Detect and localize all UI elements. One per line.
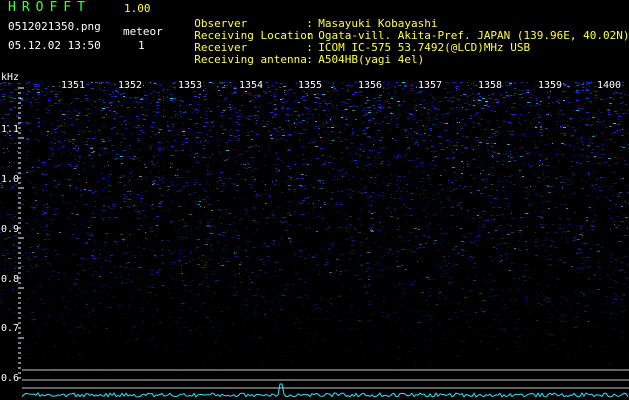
spectrogram [0, 82, 629, 400]
freq-label: 0.8 [1, 274, 20, 285]
intensity-fade [0, 82, 629, 400]
info-value: A504HB(yagi 4el) [318, 53, 425, 66]
app-title: HROFFT [8, 0, 91, 15]
freq-unit-label: kHz [1, 72, 20, 83]
freq-label: 0.6 [1, 373, 20, 384]
meteor-label: meteor [123, 25, 163, 38]
time-label: 1355 [297, 80, 324, 91]
time-label: 1351 [60, 80, 87, 91]
info-row-antenna: Receiving antenna: A504HB(yagi 4el) [181, 40, 424, 66]
spectrogram-canvas [0, 82, 629, 400]
info-separator: : [306, 53, 313, 66]
time-label: 1400 [596, 80, 623, 91]
time-label: 1359 [537, 80, 564, 91]
freq-label: 1.1 [1, 124, 20, 135]
time-label: 1352 [117, 80, 144, 91]
time-label: 1353 [177, 80, 204, 91]
time-label: 1358 [477, 80, 504, 91]
freq-label: 0.7 [1, 323, 20, 334]
time-label: 1357 [417, 80, 444, 91]
freq-label: 0.9 [1, 224, 20, 235]
time-label: 1356 [357, 80, 384, 91]
time-label: 1354 [238, 80, 265, 91]
file-date-time: 05.12.02 13:50 [8, 39, 101, 52]
info-key: Receiving antenna [194, 53, 307, 66]
app-version: 1.00 [124, 2, 151, 15]
file-name: 0512021350.png [8, 20, 101, 33]
meteor-count: 1 [138, 39, 145, 52]
freq-label: 1.0 [1, 174, 20, 185]
